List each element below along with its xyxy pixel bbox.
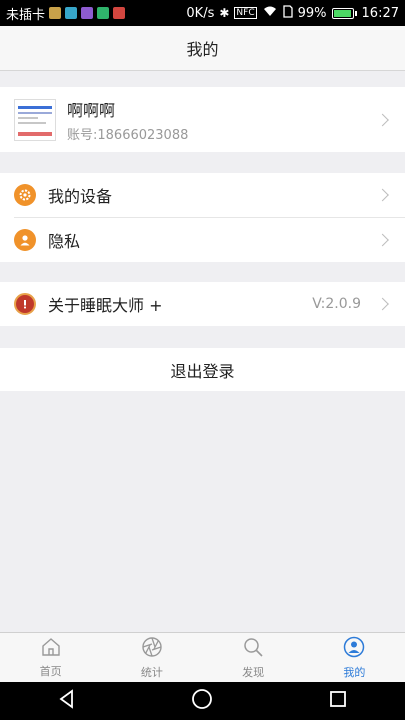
version-label: V:2.0.9 bbox=[312, 296, 361, 312]
app-notification-icon bbox=[97, 7, 110, 19]
profile-name: 啊啊啊 bbox=[67, 100, 116, 120]
person-icon bbox=[343, 636, 365, 662]
tab-home[interactable]: 首页 bbox=[0, 633, 101, 682]
chevron-right-icon bbox=[376, 233, 389, 247]
settings-group: 我的设备 隐私 bbox=[0, 173, 405, 262]
app-notification-icon bbox=[113, 7, 126, 19]
tab-bar: 首页 统计 发现 我的 bbox=[0, 632, 405, 682]
profile-row[interactable]: 啊啊啊 账号:18666023088 bbox=[0, 87, 405, 152]
battery-icon bbox=[331, 7, 357, 19]
battery-percent: 99% bbox=[297, 5, 327, 21]
tab-label: 发现 bbox=[242, 665, 265, 679]
menu-item-devices[interactable]: 我的设备 bbox=[0, 173, 405, 217]
wifi-icon bbox=[262, 5, 278, 21]
home-button-icon[interactable] bbox=[191, 688, 213, 714]
aperture-icon bbox=[141, 636, 163, 662]
chevron-right-icon bbox=[376, 188, 389, 202]
home-icon bbox=[40, 637, 62, 661]
logout-button[interactable]: 退出登录 bbox=[0, 348, 405, 391]
back-icon[interactable] bbox=[58, 689, 76, 713]
recents-icon[interactable] bbox=[329, 690, 347, 712]
nav-header: 我的 bbox=[0, 26, 405, 71]
tab-mine[interactable]: 我的 bbox=[304, 633, 405, 682]
info-icon bbox=[14, 293, 36, 315]
profile-account: 账号:18666023088 bbox=[67, 127, 189, 143]
logout-label: 退出登录 bbox=[170, 361, 235, 381]
app-notification-icon bbox=[49, 7, 62, 19]
sim-icon bbox=[282, 4, 293, 22]
tab-label: 我的 bbox=[343, 665, 366, 679]
bluetooth-icon: ✱ bbox=[219, 6, 230, 20]
chevron-right-icon bbox=[376, 113, 389, 126]
app-notification-icon bbox=[81, 7, 94, 19]
menu-item-about[interactable]: 关于睡眠大师 + V:2.0.9 bbox=[0, 282, 405, 326]
menu-label: 我的设备 bbox=[48, 187, 113, 206]
nfc-icon: NFC bbox=[234, 7, 257, 19]
profile-section: 啊啊啊 账号:18666023088 bbox=[0, 87, 405, 152]
page-title: 我的 bbox=[186, 40, 219, 59]
tab-label: 统计 bbox=[140, 665, 163, 679]
status-bar: 未插卡 0K/s ✱ NFC 99% 16:27 bbox=[0, 0, 405, 26]
avatar bbox=[14, 98, 56, 141]
tab-label: 首页 bbox=[39, 664, 62, 678]
person-icon bbox=[14, 229, 36, 251]
chevron-right-icon bbox=[376, 297, 389, 311]
menu-label: 关于睡眠大师 + bbox=[48, 296, 163, 315]
tab-discover[interactable]: 发现 bbox=[203, 633, 304, 682]
app-notification-icon bbox=[65, 7, 78, 19]
tab-statistics[interactable]: 统计 bbox=[101, 633, 202, 682]
search-icon bbox=[242, 636, 264, 662]
carrier-text: 未插卡 bbox=[6, 7, 46, 23]
gear-icon bbox=[14, 184, 36, 206]
network-speed: 0K/s bbox=[186, 5, 215, 21]
clock: 16:27 bbox=[361, 5, 399, 21]
menu-label: 隐私 bbox=[48, 232, 81, 251]
menu-item-privacy[interactable]: 隐私 bbox=[0, 218, 405, 262]
about-group: 关于睡眠大师 + V:2.0.9 bbox=[0, 282, 405, 326]
system-nav-bar bbox=[0, 682, 405, 720]
